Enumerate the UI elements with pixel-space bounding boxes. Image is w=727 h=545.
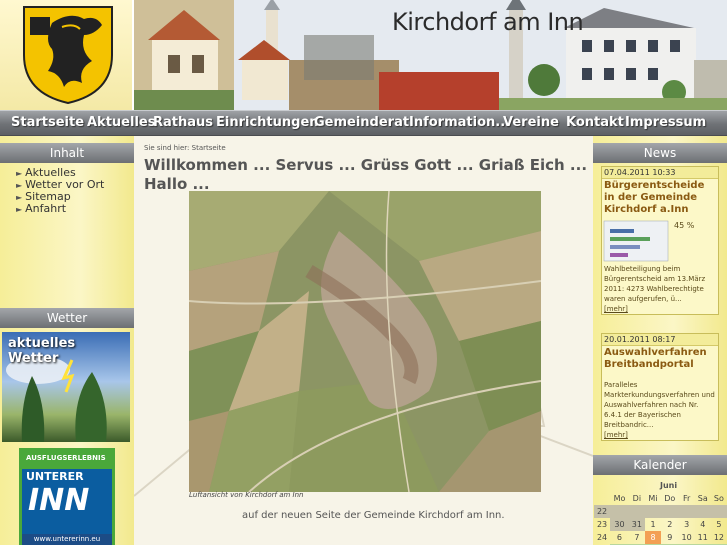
- calendar: Juni Mo Di Mi Do Fr Sa So 22 23 30 31 1: [594, 479, 727, 545]
- news-item: 20.01.2011 08:17 Auswahlverfahren Breitb…: [601, 333, 719, 441]
- calendar-week-row: 22: [594, 505, 727, 518]
- calendar-day[interactable]: [628, 505, 645, 518]
- news-date: 07.04.2011 10:33: [602, 167, 718, 179]
- calendar-month: Juni: [660, 481, 678, 490]
- calendar-day[interactable]: [710, 505, 727, 518]
- week-number: 22: [594, 505, 611, 518]
- news-chart-thumbnail: 45 %: [602, 217, 720, 263]
- calendar-day[interactable]: 10: [679, 531, 695, 544]
- calendar-day[interactable]: 31: [628, 518, 645, 531]
- nav-kontakt[interactable]: Kontakt: [566, 115, 624, 133]
- nav-vereine[interactable]: Vereine: [503, 115, 559, 133]
- kalender-heading: Kalender: [593, 455, 727, 475]
- news-title[interactable]: Auswahlverfahren Breitbandportal: [602, 346, 718, 372]
- calendar-day[interactable]: [694, 505, 711, 518]
- week-number: 24: [596, 533, 608, 542]
- inn-logo-line1: AUSFLUGSERLEBNIS: [26, 454, 106, 462]
- welcome-text: auf der neuen Seite der Gemeinde Kirchdo…: [242, 510, 505, 521]
- news-title[interactable]: Bürgerentscheide in der Gemeinde Kirchdo…: [602, 179, 718, 217]
- week-number: 23: [596, 520, 608, 529]
- coat-of-arms-logo[interactable]: [22, 5, 114, 105]
- calendar-day[interactable]: 4: [695, 518, 711, 531]
- calendar-week-row: 23 30 31 1 2 3 4 5: [594, 518, 727, 531]
- aerial-photo-art: [189, 191, 541, 492]
- calendar-day[interactable]: [610, 505, 629, 518]
- news-chart-label: 45 %: [674, 221, 695, 230]
- weekday-label: Mo: [613, 494, 626, 503]
- calendar-day[interactable]: 7: [629, 531, 645, 544]
- inn-logo-url: www.untererinn.eu: [22, 534, 112, 545]
- bar-chart-thumbnail-art: [603, 220, 669, 262]
- calendar-day[interactable]: 12: [711, 531, 727, 544]
- breadcrumb: Sie sind hier: Startseite: [144, 144, 226, 152]
- weather-banner[interactable]: aktuelles Wetter: [2, 332, 130, 442]
- calendar-day[interactable]: [644, 505, 662, 518]
- calendar-day[interactable]: 3: [679, 518, 695, 531]
- calendar-day[interactable]: 2: [661, 518, 679, 531]
- main-content: Sie sind hier: Startseite Willkommen ...…: [134, 136, 593, 545]
- wetter-heading: Wetter: [0, 308, 134, 328]
- news-more-link[interactable]: [mehr]: [602, 431, 718, 440]
- news-item: 07.04.2011 10:33 Bürgerentscheide in der…: [601, 166, 719, 315]
- header: Kirchdorf am Inn: [0, 0, 727, 110]
- calendar-day[interactable]: 1: [645, 518, 661, 531]
- right-sidebar: News 07.04.2011 10:33 Bürgerentscheide i…: [593, 136, 727, 545]
- inhalt-heading: Inhalt: [0, 143, 134, 163]
- weekday-label: So: [713, 494, 724, 503]
- calendar-weekday-row: Mo Di Mi Do Fr Sa So: [594, 492, 727, 505]
- nav-gemeinderat[interactable]: Gemeinderat: [314, 115, 409, 133]
- weekday-label: Fr: [682, 494, 691, 503]
- aerial-photo: [189, 191, 541, 492]
- page-title: Willkommen ... Servus ... Grüss Gott ...…: [144, 156, 588, 193]
- news-more-link[interactable]: [mehr]: [602, 305, 718, 314]
- crest-container: [0, 0, 134, 110]
- nav-rathaus[interactable]: Rathaus: [153, 115, 213, 133]
- weekday-label: Sa: [697, 494, 708, 503]
- header-photo-collage: Kirchdorf am Inn: [134, 0, 727, 110]
- news-date: 20.01.2011 08:17: [602, 334, 718, 346]
- site-title[interactable]: Kirchdorf am Inn: [392, 8, 584, 36]
- news-heading: News: [593, 143, 727, 163]
- calendar-day[interactable]: [661, 505, 679, 518]
- calendar-day[interactable]: 9: [661, 531, 679, 544]
- sidebar-link-anfahrt[interactable]: Anfahrt: [16, 202, 66, 215]
- main-navigation: Startseite Aktuelles Rathaus Einrichtung…: [0, 110, 727, 136]
- calendar-day[interactable]: 11: [695, 531, 711, 544]
- calendar-day[interactable]: 5: [711, 518, 727, 531]
- nav-information[interactable]: Information...: [409, 115, 510, 133]
- weekday-label: Mi: [648, 494, 658, 503]
- nav-einrichtungen[interactable]: Einrichtungen: [216, 115, 319, 133]
- inn-logo-line3: INN: [28, 483, 90, 518]
- inn-logo-line2: UNTERER: [26, 470, 84, 483]
- weekday-label: Do: [664, 494, 676, 503]
- calendar-day[interactable]: 30: [610, 518, 629, 531]
- calendar-day-today[interactable]: 8: [644, 531, 662, 544]
- aerial-photo-caption: Luftansicht von Kirchdorf am Inn: [189, 491, 304, 499]
- weather-banner-title: aktuelles Wetter: [8, 336, 76, 366]
- left-sidebar: Inhalt Aktuelles Wetter vor Ort Sitemap …: [0, 136, 134, 545]
- news-text: Paralleles Markterkundungsverfahren und …: [604, 381, 715, 429]
- nav-aktuelles[interactable]: Aktuelles: [87, 115, 155, 133]
- nav-impressum[interactable]: Impressum: [625, 115, 706, 133]
- calendar-day[interactable]: 6: [610, 531, 629, 544]
- calendar-week-row: 24 6 7 8 9 10 11 12: [594, 531, 727, 544]
- nav-startseite[interactable]: Startseite: [11, 115, 84, 133]
- calendar-day[interactable]: [678, 505, 695, 518]
- unterer-inn-logo[interactable]: AUSFLUGSERLEBNIS UNTERER INN www.unterer…: [19, 448, 115, 545]
- news-text: Wahlbeteiligung beim Bürgerentscheid am …: [604, 265, 706, 303]
- weekday-label: Di: [632, 494, 642, 503]
